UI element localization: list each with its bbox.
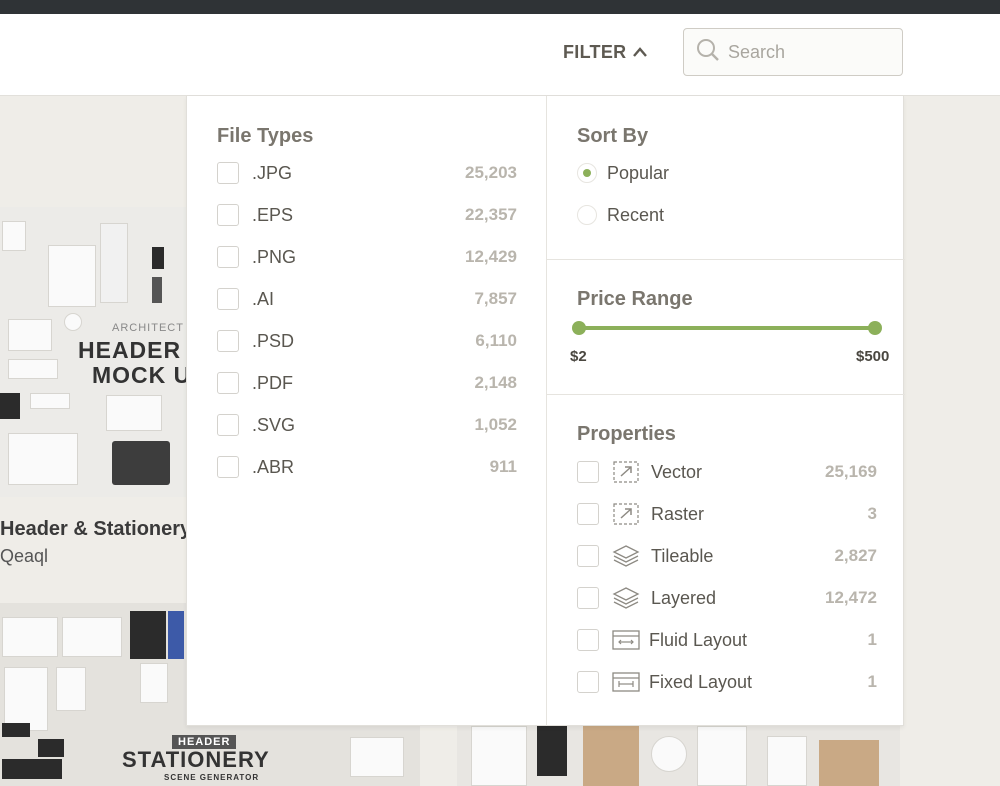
search-box[interactable] [683, 28, 903, 76]
file-type-label: .ABR [252, 456, 295, 477]
file-type-item[interactable]: .ABR 911 [217, 455, 517, 479]
image2-title: STATIONERY [122, 747, 270, 772]
panel-divider [546, 96, 547, 726]
property-item-tileable[interactable]: Tileable 2,827 [577, 544, 877, 568]
checkbox[interactable] [577, 503, 599, 525]
checkbox[interactable] [217, 372, 239, 394]
price-min-label: $2 [570, 348, 587, 365]
file-type-label: .PDF [252, 372, 294, 393]
chevron-up-icon [632, 46, 648, 58]
checkbox[interactable] [217, 162, 239, 184]
property-label: Fluid Layout [649, 629, 748, 650]
checkbox[interactable] [217, 288, 239, 310]
radio-button[interactable] [577, 205, 597, 225]
header: FILTER [0, 14, 1000, 96]
radio-button[interactable] [577, 163, 597, 183]
property-count: 3 [867, 504, 877, 523]
section-divider [547, 394, 905, 395]
file-type-item[interactable]: .JPG 25,203 [217, 161, 517, 185]
property-label: Tileable [651, 545, 714, 566]
checkbox[interactable] [217, 414, 239, 436]
property-count: 12,472 [825, 588, 877, 607]
image-caption-line2: MOCK U [92, 362, 186, 388]
property-item-vector[interactable]: Vector 25,169 [577, 460, 877, 484]
file-type-count: 6,110 [475, 331, 517, 350]
sort-option-label: Popular [607, 162, 670, 183]
file-type-count: 12,429 [465, 247, 517, 266]
filter-label: FILTER [563, 41, 627, 62]
property-label: Vector [651, 461, 703, 482]
properties-title: Properties [577, 423, 676, 445]
file-type-item[interactable]: .SVG 1,052 [217, 413, 517, 437]
file-type-item[interactable]: .PNG 12,429 [217, 245, 517, 269]
file-type-count: 911 [489, 457, 517, 476]
file-type-label: .AI [252, 288, 275, 309]
file-type-label: .SVG [252, 414, 296, 435]
price-range-title: Price Range [577, 288, 693, 310]
property-label: Raster [651, 503, 705, 524]
file-type-count: 25,203 [465, 163, 517, 182]
property-item-fixed-layout[interactable]: Fixed Layout 1 [577, 670, 877, 694]
file-type-item[interactable]: .PSD 6,110 [217, 329, 517, 353]
checkbox[interactable] [577, 587, 599, 609]
filter-panel: File Types .JPG 25,203 .EPS 22,357 .PNG … [186, 96, 905, 726]
checkbox[interactable] [217, 456, 239, 478]
checkbox[interactable] [577, 545, 599, 567]
image-caption-line1: HEADER & [78, 337, 186, 363]
property-item-raster[interactable]: Raster 3 [577, 502, 877, 526]
fluid-layout-icon [611, 627, 641, 653]
file-type-label: .PSD [252, 330, 295, 351]
file-type-count: 1,052 [474, 415, 517, 434]
layers-icon [611, 543, 641, 569]
card-title[interactable]: Header & Stationery [0, 518, 191, 541]
fixed-layout-icon [611, 669, 641, 695]
sort-option-label: Recent [607, 204, 665, 225]
card-author[interactable]: Qeaql [0, 546, 48, 567]
filter-toggle[interactable]: FILTER [563, 41, 648, 63]
section-divider [547, 259, 905, 260]
property-count: 2,827 [834, 546, 877, 565]
price-slider-track[interactable] [579, 326, 875, 330]
image-caption-small: ARCHITECT A [112, 322, 186, 334]
property-count: 25,169 [825, 462, 877, 481]
file-types-title: File Types [217, 125, 314, 147]
search-input[interactable] [728, 41, 888, 63]
file-type-count: 2,148 [474, 373, 517, 392]
property-count: 1 [867, 672, 877, 691]
property-item-fluid-layout[interactable]: Fluid Layout 1 [577, 628, 877, 652]
file-type-label: .EPS [252, 204, 294, 225]
checkbox[interactable] [577, 671, 599, 693]
sort-option-popular[interactable]: Popular [577, 161, 669, 185]
file-type-label: .JPG [252, 162, 293, 183]
price-slider-min-handle[interactable] [572, 321, 586, 335]
checkbox[interactable] [217, 330, 239, 352]
sort-option-recent[interactable]: Recent [577, 203, 664, 227]
file-type-item[interactable]: .EPS 22,357 [217, 203, 517, 227]
sort-by-title: Sort By [577, 125, 649, 147]
vector-icon [611, 459, 641, 485]
product-image-3[interactable] [457, 726, 900, 786]
checkbox[interactable] [217, 204, 239, 226]
file-type-item[interactable]: .AI 7,857 [217, 287, 517, 311]
file-type-label: .PNG [252, 246, 297, 267]
checkbox[interactable] [577, 461, 599, 483]
price-slider-max-handle[interactable] [868, 321, 882, 335]
checkbox[interactable] [577, 629, 599, 651]
search-icon [696, 38, 720, 67]
file-type-count: 22,357 [465, 205, 517, 224]
file-type-count: 7,857 [474, 289, 517, 308]
image2-subtitle: SCENE GENERATOR [164, 773, 260, 782]
layers-icon [611, 585, 641, 611]
top-bar [0, 0, 1000, 14]
product-image[interactable]: ARCHITECT A HEADER & MOCK U [0, 207, 186, 497]
property-item-layered[interactable]: Layered 12,472 [577, 586, 877, 610]
raster-icon [611, 501, 641, 527]
property-label: Layered [651, 587, 717, 608]
checkbox[interactable] [217, 246, 239, 268]
property-count: 1 [867, 630, 877, 649]
file-type-item[interactable]: .PDF 2,148 [217, 371, 517, 395]
property-label: Fixed Layout [649, 671, 753, 692]
price-max-label: $500 [856, 348, 890, 365]
